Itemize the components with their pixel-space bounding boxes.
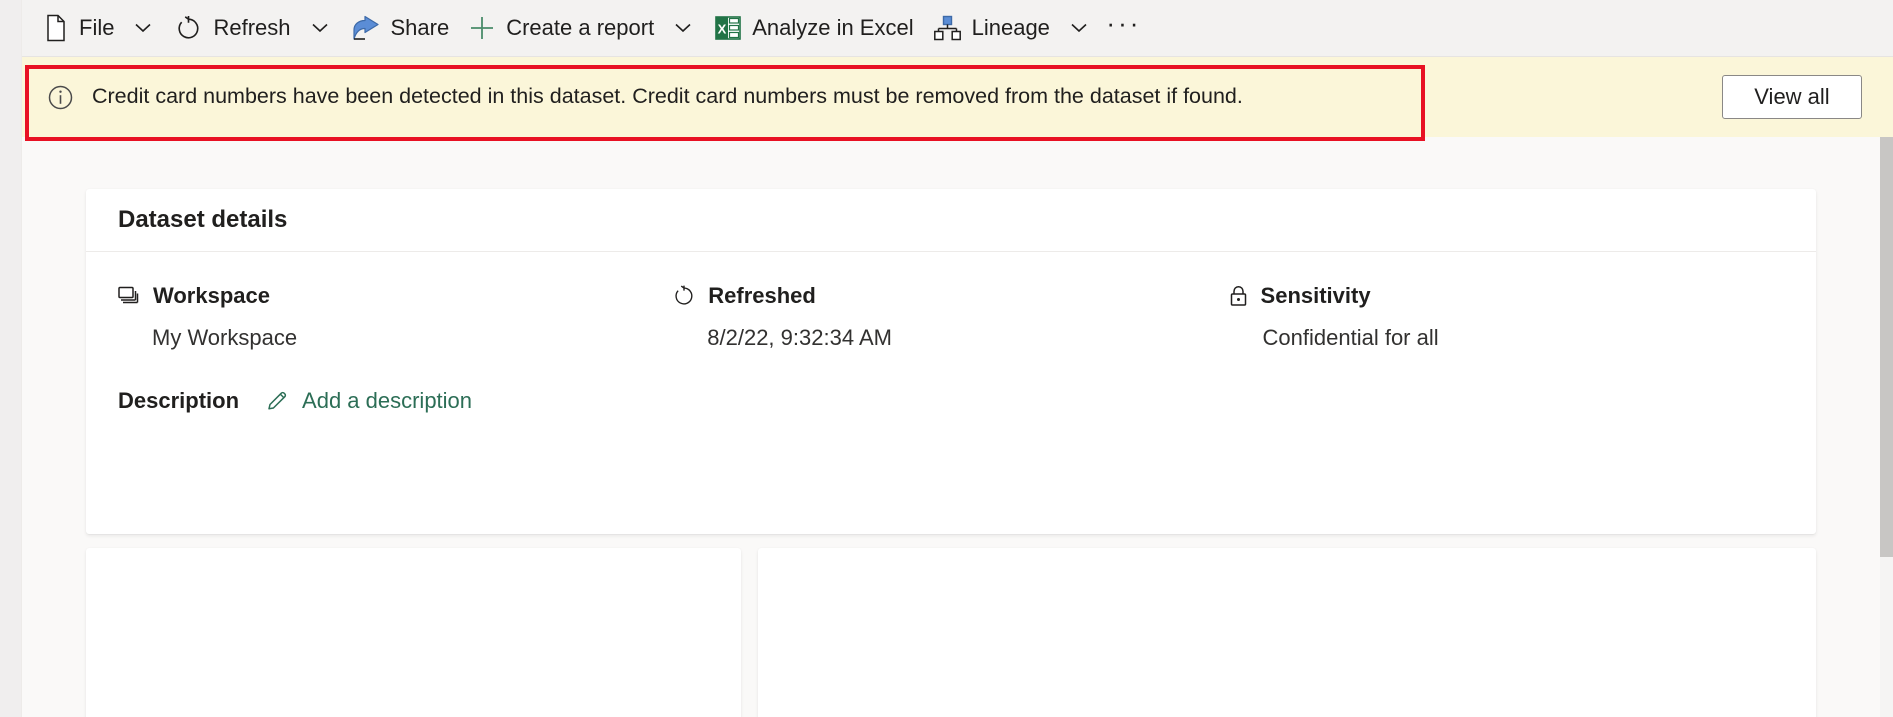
chevron-down-icon[interactable] [308,23,332,33]
refreshed-field: Refreshed 8/2/22, 9:32:34 AM [673,282,1228,349]
share-label: Share [390,15,450,40]
dataset-metadata-row: Workspace My Workspace Refreshed 8/2/22,… [118,282,1784,349]
sensitivity-value: Confidential for all [1262,325,1439,350]
chevron-down-icon[interactable] [671,23,695,33]
plus-icon [469,15,495,41]
document-icon [44,14,68,42]
description-label: Description [118,387,240,413]
refreshed-label: Refreshed [708,283,816,308]
file-menu-button[interactable]: File [34,6,165,50]
workspace-label: Workspace [153,283,270,308]
refresh-button[interactable]: Refresh [165,6,341,50]
file-menu-label: File [79,15,115,40]
sensitivity-field: Sensitivity Confidential for all [1229,282,1784,349]
share-button[interactable]: Share [342,6,460,50]
banner-actions: View all [1722,75,1893,119]
excel-icon: X [715,15,741,41]
view-all-button[interactable]: View all [1722,75,1862,119]
page-content: Dataset details Workspace My Workspace R… [22,137,1880,717]
chevron-down-icon[interactable] [1067,23,1091,33]
create-a-report-button[interactable]: Create a report [459,6,705,50]
sensitivity-field-header: Sensitivity [1229,282,1784,310]
description-row: Description Add a description [118,389,1784,412]
dataset-details-header: Dataset details [86,189,1816,252]
banner-message: Credit card numbers have been detected i… [92,84,1243,109]
workspace-value: My Workspace [152,325,298,350]
analyze-in-excel-label: Analyze in Excel [752,15,914,40]
info-icon [48,85,73,110]
page-title: Dataset details [118,206,288,233]
refresh-icon [175,15,202,42]
chevron-down-icon[interactable] [131,23,155,33]
banner-content: Credit card numbers have been detected i… [22,57,1722,137]
refresh-icon [673,285,695,307]
vertical-scrollbar-thumb[interactable] [1880,137,1893,557]
sensitivity-warning-banner: Credit card numbers have been detected i… [22,57,1893,137]
more-options-icon[interactable]: ··· [1101,6,1147,50]
lineage-icon [933,15,961,41]
command-toolbar: File Refresh Share Create a report X Ana… [22,0,1893,57]
workspace-icon [118,286,140,306]
refreshed-field-header: Refreshed [673,282,1228,310]
add-a-description-label: Add a description [302,387,473,413]
dataset-details-card: Dataset details Workspace My Workspace R… [86,189,1816,534]
analyze-in-excel-button[interactable]: X Analyze in Excel [705,6,923,50]
dataset-details-body: Workspace My Workspace Refreshed 8/2/22,… [86,252,1816,412]
secondary-card-right [758,548,1816,717]
workspace-field: Workspace My Workspace [118,282,673,349]
lineage-button[interactable]: Lineage [924,6,1101,50]
svg-text:X: X [718,22,727,37]
refresh-label: Refresh [213,15,291,40]
left-navigation-rail [0,0,22,717]
lineage-label: Lineage [971,15,1050,40]
secondary-card-left [86,548,741,717]
refreshed-value: 8/2/22, 9:32:34 AM [707,325,892,350]
add-a-description-link[interactable]: Add a description [266,389,472,412]
create-a-report-label: Create a report [506,15,655,40]
share-icon [352,15,380,41]
sensitivity-label: Sensitivity [1260,283,1371,308]
power-bi-dataset-page: File Refresh Share Create a report X Ana… [0,0,1893,717]
pencil-icon [266,389,289,412]
lock-icon [1229,285,1248,307]
workspace-field-header: Workspace [118,282,673,310]
